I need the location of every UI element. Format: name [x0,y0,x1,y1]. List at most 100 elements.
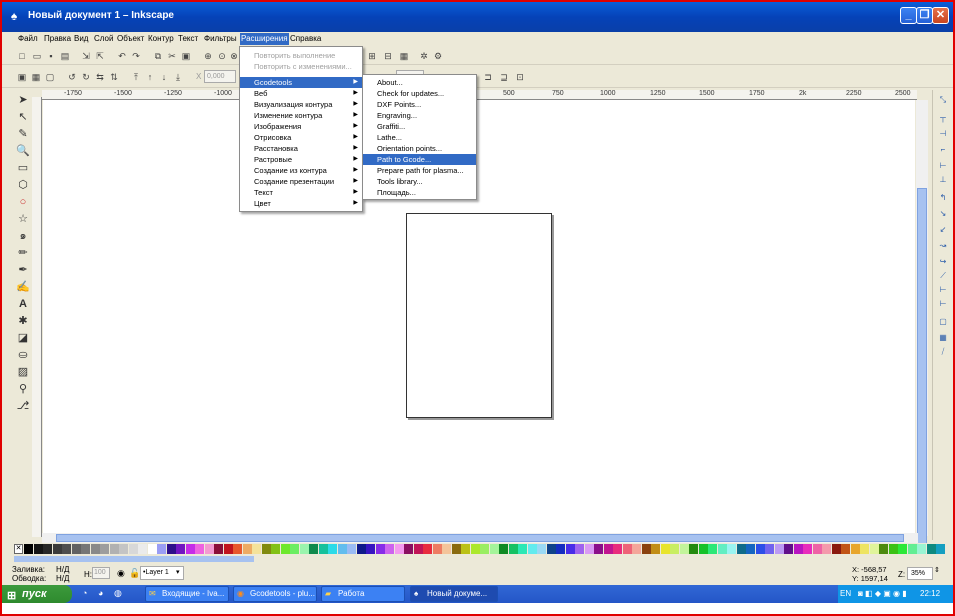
color-swatch[interactable] [632,544,641,554]
color-swatch[interactable] [584,544,594,554]
color-swatch[interactable] [499,544,508,554]
minimize-button[interactable]: _ [900,7,917,24]
spray-tool-icon[interactable]: ✱ [15,313,31,329]
menu-item-modify-path[interactable]: Изменение контура ▶ [240,110,362,121]
color-swatch[interactable] [527,544,537,554]
color-swatch[interactable] [147,544,157,554]
snap-nodes-icon[interactable]: ↰ [936,192,950,204]
color-swatch[interactable] [831,544,841,554]
color-swatch[interactable] [736,544,746,554]
horizontal-scrollbar[interactable] [42,533,918,543]
horizontal-scroll-thumb[interactable] [56,534,904,542]
color-swatch[interactable] [280,544,290,554]
pencil-tool-icon[interactable]: ✏ [15,245,31,261]
maximize-button[interactable]: ❐ [916,7,933,24]
menu-edit[interactable]: Правка [44,34,71,43]
color-swatch[interactable] [613,544,622,554]
snap-bbox-corners-icon[interactable]: ⌐ [936,144,950,156]
color-swatch[interactable] [185,544,195,554]
snap-smooth-icon[interactable]: ↪ [936,256,950,268]
color-swatch[interactable] [755,544,765,554]
menu-extensions[interactable]: Расширения [240,33,289,45]
menu-help[interactable]: Справка [290,34,321,43]
flip-vertical-icon[interactable]: ⇅ [108,71,120,83]
snap-bbox-icon[interactable]: ┬ [936,112,950,124]
color-swatch[interactable] [309,544,318,554]
rotate-cw-icon[interactable]: ↻ [80,71,92,83]
color-swatch[interactable] [204,544,214,554]
copy-icon[interactable]: ⧉ [152,50,164,62]
color-swatch[interactable] [337,544,347,554]
color-swatch[interactable] [660,544,670,554]
snap-bbox-centers-icon[interactable]: ⊥ [936,174,950,186]
color-swatch[interactable] [641,544,651,554]
color-swatch[interactable] [100,544,109,554]
color-swatch[interactable] [594,544,603,554]
layer-visibility-icon[interactable]: ◉ [117,568,125,579]
rectangle-tool-icon[interactable]: ▭ [15,160,31,176]
snap-cusp-icon[interactable]: ↝ [936,240,950,252]
menu-file[interactable]: Файл [18,34,38,43]
color-swatch[interactable] [898,544,907,554]
bucket-tool-icon[interactable]: ⛀ [15,347,31,363]
color-swatch[interactable] [385,544,394,554]
chevron-down-icon[interactable]: ▾ [176,568,180,576]
start-button[interactable]: ⊞ пуск [2,585,72,603]
close-button[interactable]: ✕ [932,7,949,24]
color-swatch[interactable] [546,544,556,554]
import-icon[interactable]: ⇲ [80,50,92,62]
color-swatch[interactable] [318,544,328,554]
color-swatch[interactable] [442,544,451,554]
menu-view[interactable]: Вид [74,34,88,43]
align-icon[interactable]: ⊟ [382,50,394,62]
menu-layer[interactable]: Слой [94,34,113,43]
color-swatch[interactable] [698,544,708,554]
lower-to-bottom-icon[interactable]: ⤓ [172,71,184,83]
color-swatch[interactable] [328,544,337,554]
task-button[interactable]: ♠ Новый докуме... [410,586,498,602]
layer-lock-icon[interactable]: 🔓 [129,568,140,579]
zoom-drawing-icon[interactable]: ⊙ [216,50,228,62]
menu-item-color[interactable]: Цвет ▶ [240,198,362,209]
menu-path[interactable]: Контур [148,34,174,43]
text-tool-icon[interactable]: A [15,296,31,312]
quicklaunch-icon[interactable]: ◕ [98,588,103,598]
color-swatch[interactable] [375,544,385,554]
paste-icon[interactable]: ▣ [180,50,192,62]
menu-item-presentation[interactable]: Создание презентации ▶ [240,176,362,187]
color-swatch[interactable] [879,544,888,554]
vertical-scrollbar[interactable] [916,100,928,544]
raise-to-top-icon[interactable]: ⤒ [130,71,142,83]
undo-icon[interactable]: ↶ [116,50,128,62]
color-swatch[interactable] [822,544,831,554]
color-swatch[interactable] [252,544,261,554]
color-swatch[interactable] [157,544,166,554]
palette-scrollbar[interactable] [14,556,953,562]
color-swatch[interactable] [119,544,128,554]
task-button[interactable]: ✉ Входящие - Iva... [145,586,229,602]
color-swatch[interactable] [565,544,575,554]
menu-item-graffiti[interactable]: Graffiti... [363,121,476,132]
node-tool-icon[interactable]: ↖ [15,109,31,125]
color-swatch[interactable] [52,544,62,554]
color-swatch[interactable] [480,544,489,554]
color-swatch[interactable] [33,544,43,554]
color-swatch[interactable] [622,544,632,554]
color-swatch[interactable] [575,544,584,554]
color-swatch[interactable] [841,544,850,554]
menu-item-tools-library[interactable]: Tools library... [363,176,476,187]
color-swatch[interactable] [404,544,413,554]
gradient-tool-icon[interactable]: ▨ [15,364,31,380]
calligraphy-tool-icon[interactable]: ✍ [15,279,31,295]
snap-rotation-centers-icon[interactable]: ⊢ [936,298,950,310]
ellipse-tool-icon[interactable]: ○ [15,194,31,210]
connector-tool-icon[interactable]: ⎇ [15,398,31,414]
color-swatch[interactable] [43,544,52,554]
color-swatch[interactable] [394,544,404,554]
menu-filters[interactable]: Фильтры [204,34,237,43]
zoom-spin-icon[interactable]: ⇕ [934,566,940,574]
color-swatch[interactable] [907,544,917,554]
palette-scroll-thumb[interactable] [14,556,254,562]
zoom-input[interactable]: 35% [907,567,933,580]
color-swatch[interactable] [537,544,546,554]
